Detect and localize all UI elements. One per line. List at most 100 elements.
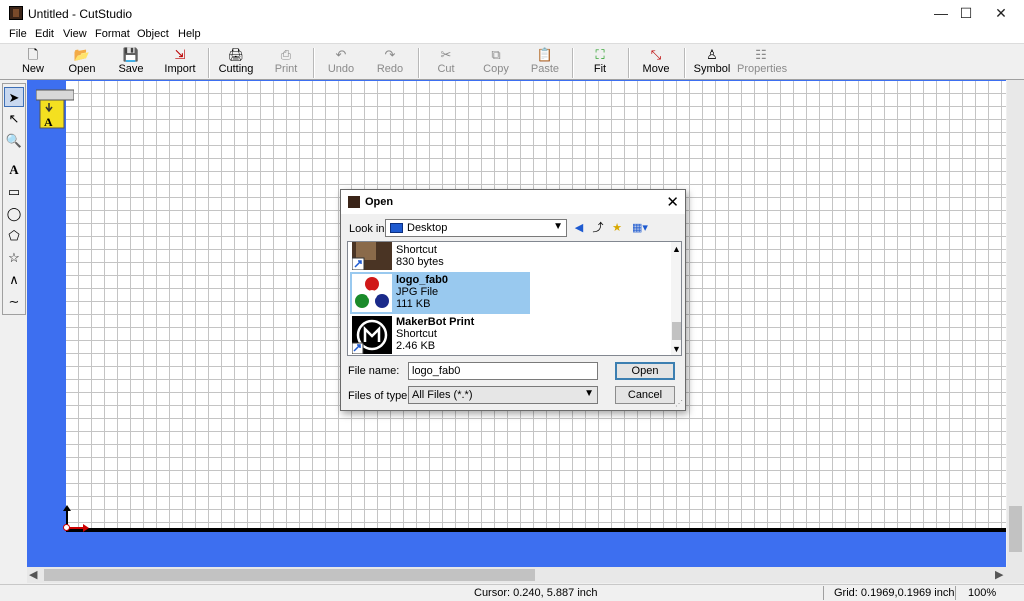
status-bar: Cursor: 0.240, 5.887 inch Grid: 0.1969,0… [0, 584, 1024, 601]
menu-format[interactable]: Format [95, 28, 130, 40]
vertical-scroll-thumb[interactable] [1009, 506, 1022, 552]
grid-size: Grid: 0.1969,0.1969 inch [834, 587, 955, 599]
file-size: 2.46 KB [396, 340, 436, 352]
zoom-level: 100% [968, 587, 997, 599]
print-button[interactable]: ⎙ Print [262, 46, 310, 78]
scroll-right-arrow-icon[interactable]: ▶ [995, 568, 1003, 581]
chevron-up-icon[interactable]: ▲ [672, 244, 681, 254]
resize-grip-icon[interactable]: ⋰ [675, 399, 683, 408]
open-button[interactable]: Open [615, 362, 675, 380]
file-list[interactable]: Shortcut 830 bytes logo_fab0 JPG File 11… [347, 241, 682, 356]
title-bar: Untitled - CutStudio — ☐ ✕ [0, 0, 1024, 26]
paste-button[interactable]: 📋 Paste [521, 46, 569, 78]
copy-button[interactable]: ⧉ Copy [472, 46, 520, 78]
file-type-value: All Files (*.*) [412, 389, 473, 401]
chevron-down-icon[interactable]: ▼ [672, 344, 681, 354]
new-button[interactable]: 🗋 New [9, 46, 57, 78]
file-name-input[interactable] [408, 362, 598, 380]
file-list-scroll-thumb[interactable] [672, 322, 681, 340]
polygon-icon[interactable]: ⬠ [4, 226, 24, 246]
cancel-button[interactable]: Cancel [615, 386, 675, 404]
file-type: JPG File [396, 286, 439, 298]
save-disk-icon: 💾 [122, 47, 140, 62]
scissors-icon: ✂ [440, 47, 452, 62]
file-type: Shortcut [396, 328, 437, 340]
list-item[interactable]: Shortcut 830 bytes [350, 242, 530, 272]
text-tool-icon[interactable]: A [4, 160, 24, 180]
dialog-title-bar: Open ✕ [341, 190, 685, 214]
node-edit-icon[interactable]: ↖ [4, 109, 24, 129]
menu-edit[interactable]: Edit [35, 28, 54, 40]
rectangle-icon[interactable]: ▭ [4, 182, 24, 202]
properties-icon: ☷ [755, 47, 767, 62]
file-name-label: File name: [348, 365, 400, 377]
new-folder-icon[interactable]: ★ [609, 221, 625, 236]
undo-button[interactable]: ↶ Undo [317, 46, 365, 78]
cutting-button[interactable]: 🖨 Cutting [212, 46, 260, 78]
chevron-down-icon: ▼ [584, 388, 594, 399]
horizontal-scroll-thumb[interactable] [44, 569, 535, 581]
desktop-icon [390, 223, 403, 233]
status-divider [955, 586, 956, 600]
fit-button[interactable]: ⛶ Fit [576, 46, 624, 78]
media-baseline [66, 528, 1006, 532]
up-folder-icon[interactable]: ⤴ [590, 221, 606, 236]
file-type: Shortcut [396, 244, 437, 256]
menu-help[interactable]: Help [178, 28, 201, 40]
import-icon: ⇲ [174, 47, 186, 62]
list-item-selected[interactable]: logo_fab0 JPG File 111 KB [350, 272, 530, 314]
look-in-label: Look in: [349, 223, 388, 235]
view-menu-icon[interactable]: ▦▾ [629, 221, 651, 236]
origin-y-arrow [63, 505, 71, 511]
origin-point[interactable] [63, 524, 70, 531]
toolbar-separator [628, 48, 630, 78]
copy-icon: ⧉ [491, 47, 501, 62]
toolbar-separator [684, 48, 686, 78]
main-toolbar: 🗋 New 📂 Open 💾 Save ⇲ Import 🖨 Cutting ⎙… [0, 43, 1024, 80]
star-icon[interactable]: ☆ [4, 248, 24, 268]
fablab-logo-thumbnail [352, 274, 392, 312]
status-divider [823, 586, 824, 600]
printer-icon: ⎙ [280, 47, 292, 62]
properties-button[interactable]: ☷ Properties [737, 46, 787, 78]
redo-button[interactable]: ↷ Redo [366, 46, 414, 78]
move-button[interactable]: ⤡ Move [632, 46, 680, 78]
undo-icon: ↶ [335, 47, 347, 62]
toolbar-separator [572, 48, 574, 78]
menu-object[interactable]: Object [137, 28, 169, 40]
save-button[interactable]: 💾 Save [107, 46, 155, 78]
vertical-scrollbar[interactable] [1007, 80, 1024, 567]
dialog-close-icon[interactable]: ✕ [666, 193, 679, 211]
ellipse-icon[interactable]: ◯ [4, 204, 24, 224]
open-button[interactable]: 📂 Open [58, 46, 106, 78]
file-name: MakerBot Print [396, 316, 475, 328]
file-size: 111 KB [396, 298, 431, 310]
list-item[interactable]: MakerBot Print Shortcut 2.46 KB [350, 314, 530, 355]
window-title: Untitled - CutStudio [28, 7, 133, 21]
cursor-position: Cursor: 0.240, 5.887 inch [474, 587, 598, 599]
back-icon[interactable]: ◀ [571, 221, 587, 236]
cutter-device-icon[interactable]: A [36, 88, 74, 130]
symbol-icon: ♙ [706, 47, 718, 62]
file-type-dropdown[interactable]: All Files (*.*) ▼ [408, 386, 598, 404]
curve-icon[interactable]: ∼ [4, 292, 24, 312]
fit-icon: ⛶ [595, 47, 605, 62]
move-icon: ⤡ [650, 47, 662, 62]
toolbar-separator [208, 48, 210, 78]
symbol-button[interactable]: ♙ Symbol [688, 46, 736, 78]
scroll-left-arrow-icon[interactable]: ◀ [29, 568, 37, 581]
file-name: logo_fab0 [396, 274, 448, 286]
menu-file[interactable]: File [9, 28, 27, 40]
file-type-label: Files of type: [348, 390, 411, 402]
makerbot-logo-icon [352, 316, 392, 354]
select-arrow-icon[interactable]: ➤ [4, 87, 24, 107]
close-button[interactable]: ✕ [978, 0, 1024, 26]
open-dialog: Open ✕ Look in: Desktop ▼ ◀ ⤴ ★ ▦▾ Short… [340, 189, 686, 411]
import-button[interactable]: ⇲ Import [156, 46, 204, 78]
cutstudio-app-icon [9, 6, 23, 20]
polyline-icon[interactable]: ∧ [4, 270, 24, 290]
cut-button[interactable]: ✂ Cut [422, 46, 470, 78]
look-in-dropdown[interactable]: Desktop ▼ [385, 219, 567, 237]
zoom-icon[interactable]: 🔍 [4, 131, 24, 151]
menu-view[interactable]: View [63, 28, 87, 40]
